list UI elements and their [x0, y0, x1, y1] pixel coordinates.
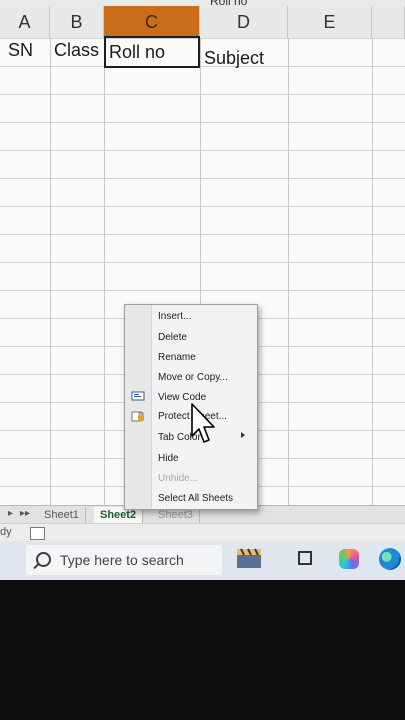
column-header-d[interactable]: D — [200, 6, 288, 38]
cell-d1[interactable]: Subject — [204, 48, 264, 69]
column-header-b[interactable]: B — [50, 6, 104, 38]
gridline — [372, 38, 373, 508]
status-bar: dy — [0, 523, 405, 542]
mouse-pointer-icon — [191, 403, 215, 443]
gridline — [288, 38, 289, 508]
gridline — [50, 38, 51, 508]
menu-item-select-all-sheets[interactable]: Select All Sheets — [158, 493, 233, 504]
excel-window: Roll no A B C D E SN Class Roll no Subje… — [0, 0, 405, 580]
gridline — [104, 38, 105, 508]
cell-a1[interactable]: SN — [8, 40, 33, 61]
menu-item-rename[interactable]: Rename — [158, 352, 196, 363]
menu-item-insert[interactable]: Insert... — [158, 311, 191, 322]
status-text: dy — [0, 526, 12, 538]
menu-icon-gutter — [125, 305, 152, 509]
windows-taskbar: Type here to search — [0, 541, 405, 580]
edge-icon[interactable] — [379, 548, 401, 570]
menu-item-move-or-copy[interactable]: Move or Copy... — [158, 372, 228, 383]
submenu-arrow-icon — [241, 432, 245, 438]
tab-scroll-left-icon[interactable]: ▸ — [8, 508, 13, 519]
cell-b1[interactable]: Class — [54, 40, 99, 61]
clapper-icon[interactable] — [236, 547, 262, 569]
protect-sheet-icon — [131, 411, 144, 422]
taskbar-search-box[interactable]: Type here to search — [26, 545, 222, 575]
column-header-a[interactable]: A — [0, 6, 50, 38]
macro-record-icon[interactable] — [30, 527, 45, 540]
column-header-f[interactable] — [372, 6, 405, 38]
menu-item-delete[interactable]: Delete — [158, 332, 187, 343]
view-code-icon — [131, 391, 145, 401]
active-cell-border — [104, 36, 200, 68]
search-placeholder: Type here to search — [60, 552, 184, 568]
column-header-c[interactable]: C — [104, 6, 200, 38]
menu-item-hide[interactable]: Hide — [158, 453, 179, 464]
search-icon — [36, 552, 51, 567]
task-view-icon[interactable] — [298, 551, 312, 565]
menu-item-unhide: Unhide... — [158, 473, 199, 484]
tab-scroll-last-icon[interactable]: ▸▸ — [20, 508, 30, 519]
column-header-e[interactable]: E — [288, 6, 372, 38]
column-headers: A B C D E — [0, 6, 405, 39]
sheet-tab-sheet1[interactable]: Sheet1 — [38, 507, 86, 523]
copilot-icon[interactable] — [339, 549, 359, 569]
